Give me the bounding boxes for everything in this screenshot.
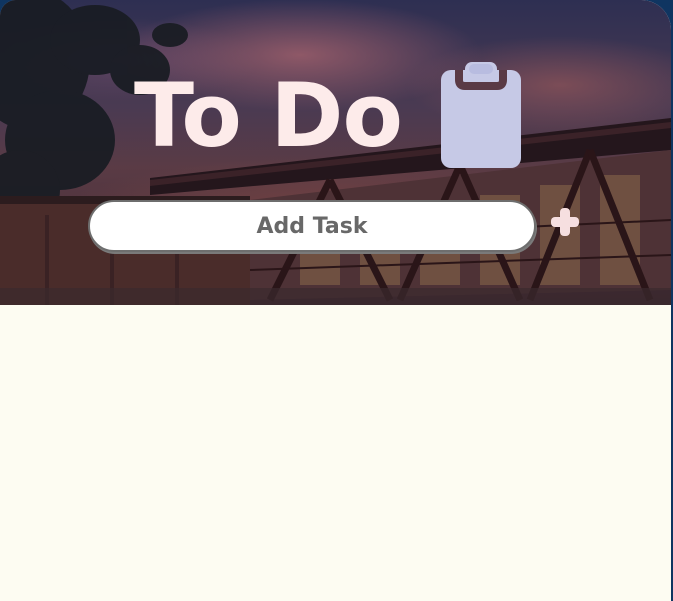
todo-app: To Do [0, 0, 671, 601]
plus-icon [551, 208, 579, 236]
page-title: To Do [134, 64, 403, 167]
header-banner: To Do [0, 0, 671, 305]
clipboard-icon [441, 62, 521, 168]
title-row: To Do [0, 58, 671, 173]
add-task-input[interactable] [90, 202, 534, 250]
add-task-button[interactable] [548, 205, 582, 239]
add-task-field[interactable] [88, 200, 536, 252]
task-list [0, 305, 671, 601]
